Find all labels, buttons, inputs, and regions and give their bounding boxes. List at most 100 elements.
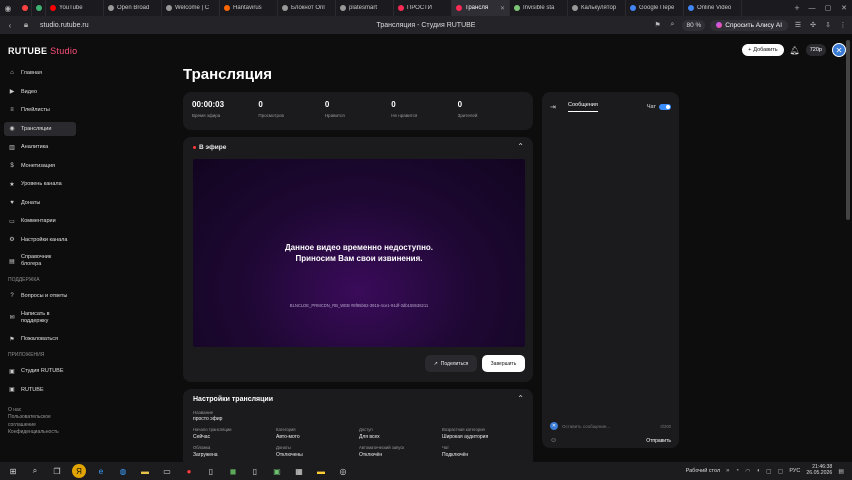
zoom-indicator[interactable]: 80 %: [682, 19, 706, 31]
edge-alt-icon[interactable]: ◍: [116, 464, 130, 478]
document-icon[interactable]: ▯: [248, 464, 262, 478]
live-dot-icon: [193, 146, 196, 149]
desktop-label[interactable]: Рабочий стол: [686, 468, 721, 474]
browser-tab[interactable]: platesmart: [336, 0, 394, 16]
browser-tab[interactable]: Open Broad: [104, 0, 162, 16]
footer-about-link[interactable]: О нас: [8, 407, 76, 415]
close-window-icon[interactable]: ✕: [836, 0, 852, 16]
record-icon[interactable]: ●: [182, 464, 196, 478]
edge-icon[interactable]: e: [94, 464, 108, 478]
language-indicator[interactable]: РУС: [789, 468, 800, 474]
app-green-icon[interactable]: ▣: [270, 464, 284, 478]
obs-icon[interactable]: ◎: [336, 464, 350, 478]
settings-chevron-up-icon[interactable]: ⌃: [517, 394, 524, 403]
browser-tab[interactable]: Калькулятор: [568, 0, 626, 16]
finish-button[interactable]: Завершить: [482, 355, 525, 372]
sidebar-item[interactable]: ▣ RUTUBE: [4, 383, 76, 397]
volume-icon[interactable]: ◖: [756, 468, 760, 474]
sidebar-item[interactable]: ✉ Написать в поддержку: [4, 308, 76, 328]
sidebar-item[interactable]: ? Вопросы и ответы: [4, 289, 76, 303]
sidebar-item[interactable]: ▤ Справочник блогера: [4, 251, 76, 271]
video-player[interactable]: Данное видео временно недоступно. Принос…: [193, 159, 525, 347]
browser-tab[interactable]: [32, 0, 46, 16]
tray-app-icon[interactable]: ▢: [766, 468, 772, 475]
file-icon[interactable]: ▯: [204, 464, 218, 478]
browser-tab[interactable]: Блокнот Onl: [278, 0, 336, 16]
chat-toggle[interactable]: [659, 104, 671, 110]
footer-terms-link[interactable]: Пользовательское соглашение: [8, 414, 56, 429]
new-tab-button[interactable]: +: [790, 3, 804, 13]
lock-icon[interactable]: 🔒︎: [20, 19, 32, 31]
tab-messages[interactable]: Сообщения: [568, 102, 598, 112]
search-icon[interactable]: ⌕: [667, 20, 677, 30]
footer-privacy-link[interactable]: Конфиденциальность: [8, 429, 76, 437]
browser-tab[interactable]: Welcome | C: [162, 0, 220, 16]
quality-badge[interactable]: 720p: [805, 44, 826, 56]
sidebar-item[interactable]: ⌂ Главная: [4, 66, 76, 80]
share-button[interactable]: ↗ Поделиться: [425, 355, 477, 372]
sidebar-item[interactable]: ▣ Студия RUTUBE: [4, 364, 76, 378]
sidebar-item[interactable]: ▭ Комментарии: [4, 214, 76, 228]
notification-icon[interactable]: ▤: [838, 468, 844, 475]
extensions-icon[interactable]: ✣: [808, 20, 818, 30]
alice-button[interactable]: Спросить Алису AI: [710, 19, 788, 31]
chat-input[interactable]: Оставить сообщение...: [562, 424, 657, 429]
whatsapp-icon[interactable]: ◔: [736, 468, 740, 474]
collections-icon[interactable]: ☰: [793, 20, 803, 30]
sidebar-item[interactable]: ◉ Трансляции: [4, 121, 76, 136]
bell-icon[interactable]: 🔔︎: [790, 46, 800, 55]
menu-icon[interactable]: ⋮: [838, 20, 848, 30]
bookmark-icon[interactable]: ⚑: [652, 20, 662, 30]
maximize-icon[interactable]: ▢: [820, 0, 836, 16]
send-button[interactable]: Отправить: [646, 438, 671, 444]
task-view-icon[interactable]: ❐: [50, 464, 64, 478]
browser-tab[interactable]: ПРОСТИ: [394, 0, 452, 16]
name-label: Название: [193, 410, 214, 415]
emoji-icon[interactable]: ☺: [550, 437, 557, 444]
chevron-up-icon[interactable]: ⌃: [517, 142, 524, 151]
url-field[interactable]: studio.rutube.ru: [40, 22, 89, 29]
files-icon[interactable]: ▬: [314, 464, 328, 478]
tab-close-icon[interactable]: ✕: [500, 5, 505, 12]
tray-expand-icon[interactable]: »: [726, 468, 729, 474]
profile-icon[interactable]: ◉: [2, 2, 14, 14]
setting-label: Доступ: [359, 427, 373, 432]
download-icon[interactable]: ⇩: [823, 20, 833, 30]
browser-tab[interactable]: YouTube: [46, 0, 104, 16]
add-button[interactable]: + Добавить: [742, 44, 784, 56]
rutube-studio-logo[interactable]: RUTUBE Studio: [8, 46, 77, 56]
browser-tab[interactable]: Online Video: [684, 0, 742, 16]
folder-icon[interactable]: ▬: [138, 464, 152, 478]
store-icon[interactable]: ▦: [292, 464, 306, 478]
sidebar-item[interactable]: ⚙ Настройки канала: [4, 233, 76, 247]
broadcast-icon: ◉: [9, 126, 15, 132]
flag-icon: ⚑: [9, 336, 15, 343]
media-icon[interactable]: ▭: [160, 464, 174, 478]
sidebar-item[interactable]: $ Монетизация: [4, 159, 76, 173]
page-scrollbar[interactable]: [846, 34, 850, 462]
sidebar-item[interactable]: ▶ Видео: [4, 85, 76, 99]
avatar[interactable]: ✕: [832, 43, 846, 57]
collapse-chat-icon[interactable]: ⇥: [550, 103, 560, 111]
minimize-icon[interactable]: —: [804, 0, 820, 16]
sidebar-item-label: Монетизация: [21, 162, 55, 169]
windows-start-icon[interactable]: ⊞: [6, 464, 20, 478]
browser-tab[interactable]: Трансля ✕: [452, 0, 510, 16]
sidebar-item[interactable]: ≡ Плейлисты: [4, 103, 76, 117]
browser-tab[interactable]: Google Пере: [626, 0, 684, 16]
sidebar-item[interactable]: ⚑ Пожаловаться: [4, 332, 76, 346]
yandex-browser-icon[interactable]: Я: [72, 464, 86, 478]
minecraft-icon[interactable]: ◼: [226, 464, 240, 478]
playlist-icon: ≡: [10, 107, 14, 113]
sidebar-item[interactable]: ▥ Аналитика: [4, 140, 76, 154]
browser-tab[interactable]: Invisible sta: [510, 0, 568, 16]
tray-app2-icon[interactable]: ▢: [778, 468, 784, 475]
clock[interactable]: 21:46:38 26.05.2026: [806, 465, 832, 476]
sidebar-item[interactable]: ♥ Донаты: [4, 196, 76, 210]
browser-tab[interactable]: Hantavirus: [220, 0, 278, 16]
network-icon[interactable]: ◠: [745, 468, 750, 475]
taskbar-search-icon[interactable]: ⌕: [28, 464, 42, 478]
sidebar-item[interactable]: ★ Уровень канала: [4, 177, 76, 191]
browser-tab[interactable]: [18, 0, 32, 16]
back-icon[interactable]: ‹: [4, 19, 16, 31]
